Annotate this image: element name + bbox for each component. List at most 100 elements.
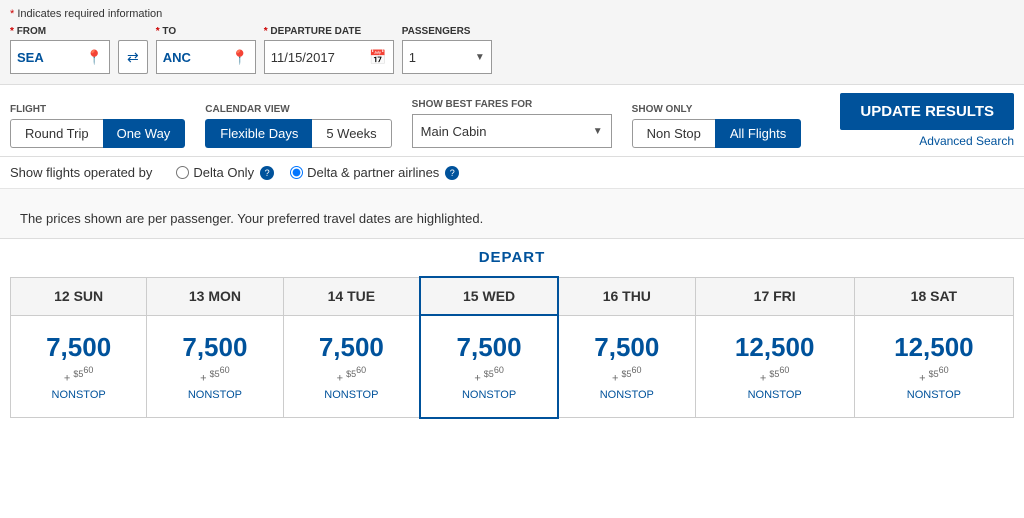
to-label: * TO: [156, 26, 256, 37]
passengers-group: PASSENGERS 1 2 3 4 ▼: [402, 26, 492, 74]
nonstop-label: NONSTOP: [21, 389, 136, 401]
price-plus: + $560: [431, 365, 547, 385]
price-miles: 7,500: [431, 332, 547, 363]
calendar-day-header: 13 MON: [147, 277, 283, 315]
calendar-price-cell[interactable]: 12,500 + $560 NONSTOP: [854, 315, 1013, 418]
all-flights-button[interactable]: All Flights: [715, 119, 801, 148]
price-plus: + $560: [157, 365, 272, 385]
price-miles: 7,500: [157, 332, 272, 363]
calendar-day-header: 18 SAT: [854, 277, 1013, 315]
price-plus: + $560: [865, 365, 1003, 385]
flight-type-toggle: Round Trip One Way: [10, 119, 185, 148]
passengers-select-wrap[interactable]: 1 2 3 4 ▼: [402, 40, 492, 74]
calendar-price-cell[interactable]: 7,500 + $560 NONSTOP: [420, 315, 558, 418]
flight-label: FLIGHT: [10, 104, 185, 115]
depart-section: DEPART 12 SUN13 MON14 TUE15 WED16 THU17 …: [0, 239, 1024, 429]
one-way-button[interactable]: One Way: [103, 119, 186, 148]
to-input[interactable]: [163, 50, 228, 65]
from-input-wrap[interactable]: 📍: [10, 40, 110, 74]
calendar-price-cell[interactable]: 7,500 + $560 NONSTOP: [558, 315, 695, 418]
to-group: * TO 📍: [156, 26, 256, 74]
price-miles: 7,500: [569, 332, 685, 363]
delta-only-text: Delta Only: [193, 165, 254, 180]
calendar-icon: 📅: [369, 49, 386, 66]
calendar-header-row: 12 SUN13 MON14 TUE15 WED16 THU17 FRI18 S…: [11, 277, 1014, 315]
delta-partner-radio-label[interactable]: Delta & partner airlines ?: [290, 165, 459, 180]
calendar-day-header: 15 WED: [420, 277, 558, 315]
calendar-day-header: 14 TUE: [283, 277, 420, 315]
nonstop-label: NONSTOP: [865, 389, 1003, 401]
show-only-toggle: Non Stop All Flights: [632, 119, 802, 148]
fares-select-wrap[interactable]: Main Cabin First Class Business ▼: [412, 114, 612, 148]
depart-label: DEPART: [10, 249, 1014, 266]
delta-only-radio-label[interactable]: Delta Only ?: [176, 165, 274, 180]
calendar-view-group: CALENDAR VIEW Flexible Days 5 Weeks: [205, 104, 391, 148]
price-miles: 7,500: [21, 332, 136, 363]
calendar-table: 12 SUN13 MON14 TUE15 WED16 THU17 FRI18 S…: [10, 276, 1014, 419]
location-icon-to: 📍: [231, 49, 248, 66]
calendar-price-cell[interactable]: 12,500 + $560 NONSTOP: [695, 315, 854, 418]
update-results-area: UPDATE RESULTS Advanced Search: [840, 93, 1014, 148]
calendar-price-row: 7,500 + $560 NONSTOP 7,500 + $560 NONSTO…: [11, 315, 1014, 418]
departure-date-group: * DEPARTURE DATE 📅: [264, 26, 394, 74]
show-best-fares-label: SHOW BEST FARES FOR: [412, 99, 612, 110]
flight-type-group: FLIGHT Round Trip One Way: [10, 104, 185, 148]
fields-row: * FROM 📍 ⇄ * TO 📍 * DEPART: [10, 26, 1014, 74]
from-input[interactable]: [17, 50, 82, 65]
delta-only-radio[interactable]: [176, 166, 189, 179]
calendar-day-header: 12 SUN: [11, 277, 147, 315]
top-bar: * Indicates required information * FROM …: [0, 0, 1024, 85]
required-info-text: Indicates required information: [17, 8, 162, 20]
flexible-days-button[interactable]: Flexible Days: [205, 119, 312, 148]
price-miles: 12,500: [865, 332, 1003, 363]
nonstop-label: NONSTOP: [431, 389, 547, 401]
delta-partner-text: Delta & partner airlines: [307, 165, 439, 180]
nonstop-label: NONSTOP: [706, 389, 844, 401]
non-stop-button[interactable]: Non Stop: [632, 119, 715, 148]
delta-partner-info-icon[interactable]: ?: [445, 166, 459, 180]
fares-select[interactable]: Main Cabin First Class Business: [421, 124, 593, 139]
operated-by-label: Show flights operated by: [10, 165, 152, 180]
price-plus: + $560: [21, 365, 136, 385]
from-label: * FROM: [10, 26, 110, 37]
passengers-arrow-icon: ▼: [475, 52, 485, 63]
passengers-select[interactable]: 1 2 3 4: [409, 50, 475, 65]
advanced-search-link[interactable]: Advanced Search: [919, 134, 1014, 148]
calendar-price-cell[interactable]: 7,500 + $560 NONSTOP: [11, 315, 147, 418]
to-input-wrap[interactable]: 📍: [156, 40, 256, 74]
required-info: * Indicates required information: [10, 8, 1014, 20]
delta-only-info-icon[interactable]: ?: [260, 166, 274, 180]
price-miles: 12,500: [706, 332, 844, 363]
calendar-view-label: CALENDAR VIEW: [205, 104, 391, 115]
price-plus: + $560: [569, 365, 685, 385]
swap-button[interactable]: ⇄: [118, 40, 148, 74]
calendar-day-header: 17 FRI: [695, 277, 854, 315]
price-miles: 7,500: [294, 332, 410, 363]
calendar-day-header: 16 THU: [558, 277, 695, 315]
calendar-price-cell[interactable]: 7,500 + $560 NONSTOP: [283, 315, 420, 418]
update-results-button[interactable]: UPDATE RESULTS: [840, 93, 1014, 130]
round-trip-button[interactable]: Round Trip: [10, 119, 103, 148]
date-input[interactable]: [271, 50, 366, 65]
passengers-label: PASSENGERS: [402, 26, 492, 37]
fares-dropdown-arrow-icon: ▼: [593, 126, 603, 137]
departure-date-label: * DEPARTURE DATE: [264, 26, 394, 37]
location-icon-from: 📍: [86, 49, 103, 66]
five-weeks-button[interactable]: 5 Weeks: [312, 119, 391, 148]
date-input-wrap[interactable]: 📅: [264, 40, 394, 74]
price-plus: + $560: [294, 365, 410, 385]
flight-options-row: FLIGHT Round Trip One Way CALENDAR VIEW …: [0, 85, 1024, 157]
nonstop-label: NONSTOP: [569, 389, 685, 401]
operated-by-row: Show flights operated by Delta Only ? De…: [0, 157, 1024, 189]
nonstop-label: NONSTOP: [157, 389, 272, 401]
calendar-view-toggle: Flexible Days 5 Weeks: [205, 119, 391, 148]
from-group: * FROM 📍: [10, 26, 110, 74]
show-best-fares-group: SHOW BEST FARES FOR Main Cabin First Cla…: [412, 99, 612, 148]
delta-partner-radio[interactable]: [290, 166, 303, 179]
show-only-group: SHOW ONLY Non Stop All Flights: [632, 104, 802, 148]
prices-note-text: The prices shown are per passenger. Your…: [10, 199, 1014, 232]
calendar-price-cell[interactable]: 7,500 + $560 NONSTOP: [147, 315, 283, 418]
price-plus: + $560: [706, 365, 844, 385]
nonstop-label: NONSTOP: [294, 389, 410, 401]
show-only-label: SHOW ONLY: [632, 104, 802, 115]
